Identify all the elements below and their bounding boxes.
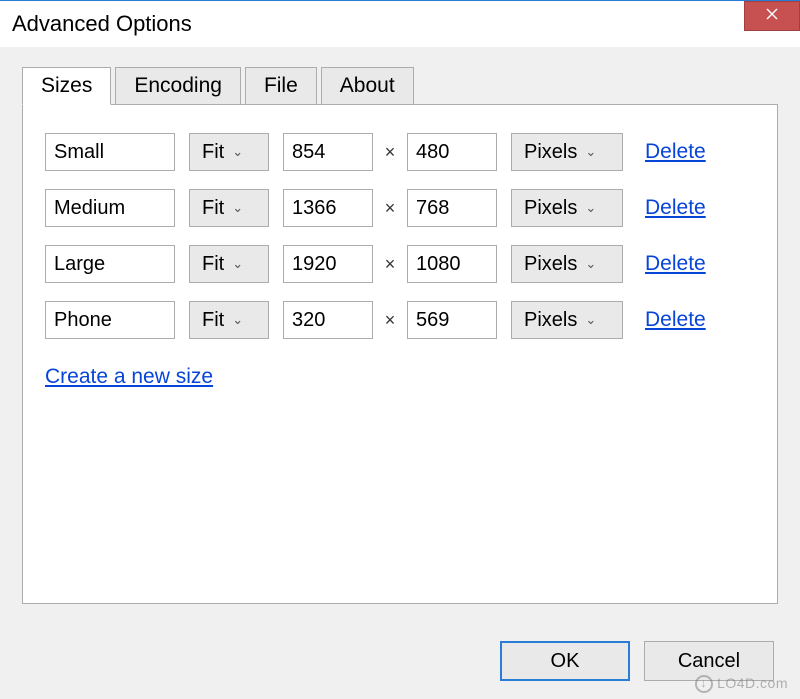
tab-encoding[interactable]: Encoding [115,67,241,105]
multiply-symbol: × [383,142,397,163]
chevron-down-icon: ⌄ [232,312,243,328]
fit-mode-select[interactable]: Fit ⌄ [189,245,269,283]
fit-mode-select[interactable]: Fit ⌄ [189,189,269,227]
create-new-size-link[interactable]: Create a new size [45,365,213,389]
tab-label: Sizes [41,74,92,97]
multiply-symbol: × [383,254,397,275]
close-icon [766,7,778,25]
select-value: Fit [202,197,224,220]
select-value: Fit [202,309,224,332]
multiply-symbol: × [383,198,397,219]
chevron-down-icon: ⌄ [232,200,243,216]
window-title: Advanced Options [12,11,192,37]
multiply-symbol: × [383,310,397,331]
width-input[interactable] [283,301,373,339]
height-input[interactable] [407,133,497,171]
tab-sizes[interactable]: Sizes [22,67,111,105]
titlebar: Advanced Options [0,1,800,47]
size-name-input[interactable] [45,245,175,283]
chevron-down-icon: ⌄ [585,200,596,216]
client-area: Sizes Encoding File About Fit ⌄ × Pixels… [0,47,800,604]
close-button[interactable] [744,1,800,31]
width-input[interactable] [283,245,373,283]
tab-panel-sizes: Fit ⌄ × Pixels ⌄ Delete Fit ⌄ [22,104,778,604]
height-input[interactable] [407,245,497,283]
select-value: Fit [202,253,224,276]
delete-link[interactable]: Delete [645,308,706,332]
download-icon [695,675,713,693]
size-row: Fit ⌄ × Pixels ⌄ Delete [45,133,755,171]
delete-link[interactable]: Delete [645,196,706,220]
chevron-down-icon: ⌄ [585,312,596,328]
chevron-down-icon: ⌄ [232,256,243,272]
size-name-input[interactable] [45,189,175,227]
delete-link[interactable]: Delete [645,140,706,164]
units-select[interactable]: Pixels ⌄ [511,133,623,171]
watermark-text: LO4D.com [717,675,788,691]
select-value: Pixels [524,253,577,276]
tab-about[interactable]: About [321,67,414,105]
size-row: Fit ⌄ × Pixels ⌄ Delete [45,189,755,227]
tab-file[interactable]: File [245,67,317,105]
units-select[interactable]: Pixels ⌄ [511,189,623,227]
tab-label: File [264,74,298,97]
chevron-down-icon: ⌄ [585,256,596,272]
units-select[interactable]: Pixels ⌄ [511,245,623,283]
select-value: Fit [202,141,224,164]
tab-label: Encoding [134,74,222,97]
select-value: Pixels [524,141,577,164]
delete-link[interactable]: Delete [645,252,706,276]
window: Advanced Options Sizes Encoding File Abo… [0,0,800,699]
width-input[interactable] [283,189,373,227]
chevron-down-icon: ⌄ [585,144,596,160]
size-row: Fit ⌄ × Pixels ⌄ Delete [45,245,755,283]
fit-mode-select[interactable]: Fit ⌄ [189,133,269,171]
size-row: Fit ⌄ × Pixels ⌄ Delete [45,301,755,339]
tab-strip: Sizes Encoding File About [22,67,778,105]
select-value: Pixels [524,309,577,332]
fit-mode-select[interactable]: Fit ⌄ [189,301,269,339]
chevron-down-icon: ⌄ [232,144,243,160]
height-input[interactable] [407,189,497,227]
tab-label: About [340,74,395,97]
ok-button[interactable]: OK [500,641,630,681]
size-name-input[interactable] [45,301,175,339]
height-input[interactable] [407,301,497,339]
select-value: Pixels [524,197,577,220]
units-select[interactable]: Pixels ⌄ [511,301,623,339]
watermark: LO4D.com [695,675,788,693]
size-name-input[interactable] [45,133,175,171]
width-input[interactable] [283,133,373,171]
